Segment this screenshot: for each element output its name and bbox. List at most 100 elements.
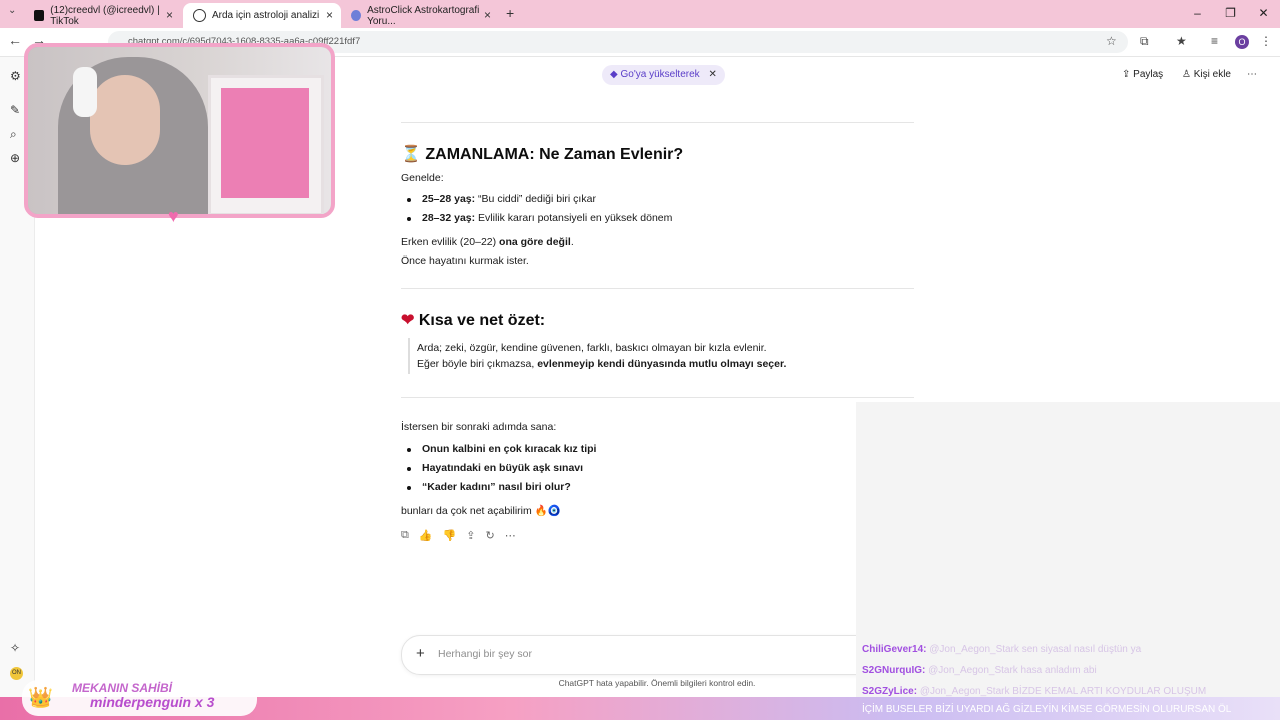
window-close-button[interactable]: ✕ — [1247, 0, 1280, 28]
add-person-button[interactable]: ♙ Kişi ekle — [1182, 69, 1231, 80]
divider — [401, 397, 914, 398]
paragraph: bunları da çok net açabilirim 🔥🧿 — [401, 505, 561, 517]
text: . — [570, 236, 574, 248]
owner-name: minderpenguin x 3 — [90, 694, 215, 710]
library-icon[interactable]: ⊕ — [10, 151, 20, 165]
more-options-icon[interactable]: ⋯ — [1247, 69, 1257, 80]
heading-text: ZAMANLAMA: Ne Zaman Evlenir? — [425, 146, 684, 163]
owner-badge: 👑 MEKANIN SAHİBİ minderpenguin x 3 — [22, 680, 257, 716]
hourglass-icon: ⏳ — [401, 146, 421, 163]
favorites-icon[interactable]: ★ — [1176, 34, 1187, 48]
profile-avatar[interactable]: O — [1235, 35, 1249, 49]
list-item: 28–32 yaş: Evlilik kararı potansiyeli en… — [406, 212, 672, 224]
chat-text: @Jon_Aegon_Stark hasa anladım abi — [928, 665, 1097, 676]
tab-label: (12)creedvl (@icreedvl) | TikTok — [50, 4, 160, 27]
bold-text: ona göre değil — [499, 236, 571, 248]
quote-line: Arda; zeki, özgür, kendine güvenen, fark… — [417, 342, 767, 354]
close-icon[interactable]: ✕ — [708, 69, 716, 80]
upgrade-label: Go'ya yükselterek — [620, 69, 700, 80]
globe-icon — [351, 10, 362, 21]
chat-text: @Jon_Aegon_Stark sen siyasal nasıl düştü… — [929, 644, 1142, 655]
media-icon[interactable]: ≡ — [1211, 34, 1218, 48]
message-composer[interactable]: + Herhangi bir şey sor — [401, 635, 913, 675]
back-button[interactable]: ← — [8, 32, 22, 48]
heading-text: Kısa ve net özet: — [418, 312, 546, 329]
list-item-bold: 25–28 yaş: — [422, 193, 476, 205]
paragraph: Önce hayatını kurmak ister. — [401, 255, 529, 267]
chat-user: ChiliGever14: — [862, 644, 927, 655]
chat-user: S2GZyLice: — [862, 686, 918, 697]
regenerate-icon[interactable]: ↻ — [485, 529, 494, 542]
chat-message: İÇİM BUSELER BİZİ UYARDI AĞ GİZLEYİN KİM… — [862, 704, 1231, 715]
chatgpt-icon — [193, 9, 206, 22]
thumbs-down-icon[interactable]: 👎 — [443, 529, 457, 542]
webcam-overlay — [24, 43, 335, 218]
heart-icon: ❤ — [401, 312, 415, 329]
disclaimer: ChatGPT hata yapabilir. Önemli bilgileri… — [558, 678, 756, 688]
share-label: Paylaş — [1133, 69, 1164, 80]
share-icon[interactable]: ⇪ — [466, 529, 475, 542]
quote-line: Eğer böyle biri çıkmazsa, evlenmeyip ken… — [417, 358, 786, 370]
section-heading-summary: ❤ Kısa ve net özet: — [401, 310, 545, 330]
paragraph: İstersen bir sonraki adımda sana: — [401, 421, 557, 433]
divider — [401, 288, 914, 289]
new-chat-icon[interactable]: ✎ — [10, 103, 20, 117]
new-tab-button[interactable]: + — [506, 5, 514, 21]
copy-icon[interactable]: ⧉ — [401, 529, 409, 542]
chat-text: @Jon_Aegon_Stark BİZDE KEMAL ARTI KOYDUL… — [919, 686, 1207, 697]
chat-message: S2GZyLice: @Jon_Aegon_Stark BİZDE KEMAL … — [862, 686, 1206, 697]
text: Eğer böyle biri çıkmazsa, — [417, 358, 538, 370]
chat-message: S2GNurquIG: @Jon_Aegon_Stark hasa anladı… — [862, 665, 1097, 676]
share-button[interactable]: ⇪ Paylaş — [1122, 69, 1163, 80]
more-icon[interactable]: ⋯ — [505, 529, 516, 542]
browser-tab-bar: ⌄ (12)creedvl (@icreedvl) | TikTok × Ard… — [0, 0, 1280, 28]
plus-icon[interactable]: + — [416, 645, 425, 662]
pc-case-image — [208, 75, 324, 214]
composer-placeholder[interactable]: Herhangi bir şey sor — [438, 648, 532, 660]
list-item: Onun kalbini en çok kıracak kız tipi — [406, 443, 597, 455]
tab-astroclick[interactable]: AstroClick Astrokartografi Yoru... × — [341, 3, 499, 28]
list-item: “Kader kadını” nasıl biri olur? — [407, 481, 571, 493]
chat-text: İÇİM BUSELER BİZİ UYARDI AĞ GİZLEYİN KİM… — [862, 704, 1232, 715]
text: Erken evlilik (20–22) — [401, 236, 500, 248]
person-icon: ♙ — [1182, 69, 1191, 80]
divider — [401, 122, 914, 123]
add-person-label: Kişi ekle — [1193, 69, 1231, 80]
thumbs-up-icon[interactable]: 👍 — [419, 529, 433, 542]
extensions-icon[interactable]: ⧉ — [1140, 34, 1149, 49]
blockquote-bar — [408, 338, 410, 374]
close-icon[interactable]: × — [166, 8, 173, 22]
minimize-button[interactable]: – — [1181, 0, 1214, 28]
chatgpt-logo-icon[interactable]: ⚙ — [10, 69, 21, 83]
tab-search-icon[interactable]: ⌄ — [8, 5, 16, 16]
tab-tiktok[interactable]: (12)creedvl (@icreedvl) | TikTok × — [24, 3, 181, 28]
close-icon[interactable]: × — [326, 8, 333, 22]
section-heading-timing: ⏳ ZAMANLAMA: Ne Zaman Evlenir? — [401, 144, 683, 164]
list-item-text: “Bu ciddi” dediği biri çıkar — [475, 193, 596, 205]
streamer-face — [90, 75, 160, 165]
sparkle-icon[interactable]: ✧ — [10, 641, 20, 655]
bold-text: evlenmeyip kendi dünyasında mutlu olmayı… — [537, 358, 787, 370]
headphones-image — [73, 67, 97, 117]
tab-label: Arda için astroloji analizi — [212, 10, 320, 21]
close-icon[interactable]: × — [484, 8, 491, 22]
search-icon[interactable]: ⌕ — [10, 127, 17, 142]
upgrade-pill[interactable]: ◆ Go'ya yükselterek ✕ — [602, 65, 725, 85]
bookmark-star-icon[interactable]: ☆ — [1106, 34, 1117, 48]
tab-chatgpt[interactable]: Arda için astroloji analizi × — [183, 3, 341, 28]
chat-user: S2GNurquIG: — [862, 665, 926, 676]
window-controls: – ❐ ✕ — [1181, 0, 1280, 28]
tab-label: AstroClick Astrokartografi Yoru... — [367, 4, 480, 27]
user-avatar[interactable]: ON — [10, 667, 23, 680]
menu-icon[interactable]: ⋮ — [1260, 34, 1272, 48]
crown-icon: 👑 — [28, 687, 53, 709]
list-item: 25–28 yaş: “Bu ciddi” dediği biri çıkar — [407, 193, 596, 205]
paragraph: Erken evlilik (20–22) ona göre değil. — [401, 236, 574, 248]
chat-message: ChiliGever14: @Jon_Aegon_Stark sen siyas… — [862, 644, 1141, 655]
paragraph: Genelde: — [401, 172, 444, 184]
share-icon: ⇪ — [1122, 69, 1131, 80]
list-item-bold: 28–32 yaş: — [422, 212, 476, 224]
list-item: Hayatındaki en büyük aşk sınavı — [406, 462, 584, 474]
pc-interior — [221, 88, 309, 198]
restore-button[interactable]: ❐ — [1214, 0, 1247, 28]
